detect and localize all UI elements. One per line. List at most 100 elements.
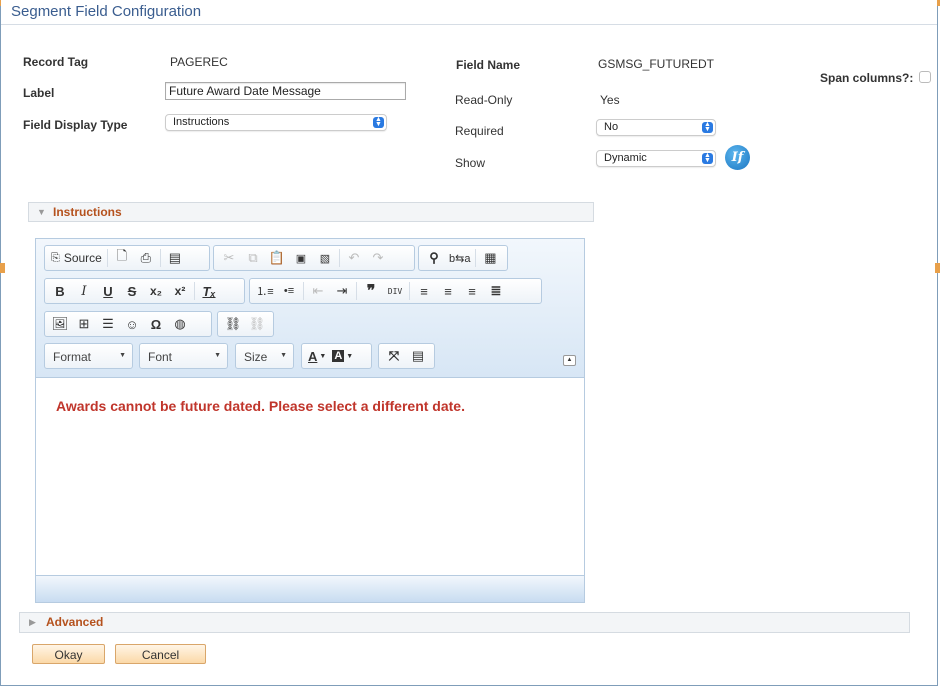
text-color-button[interactable]: A ▼: [305, 346, 329, 366]
indent-button[interactable]: ⇥: [330, 281, 354, 301]
resize-handle-right[interactable]: [935, 263, 940, 273]
paste-word-icon: ▧: [319, 252, 331, 265]
select-arrows-icon: ▲ ▼: [702, 121, 713, 133]
preview-button[interactable]: 🗋: [110, 248, 134, 268]
horizontal-rule-button[interactable]: ☰: [96, 314, 120, 334]
paste-icon: 📋: [268, 250, 286, 265]
unlink-button[interactable]: ⛓: [245, 314, 269, 334]
collapse-toolbar-button[interactable]: ▲: [563, 355, 576, 366]
bg-color-icon: A: [332, 350, 345, 362]
toolbar-separator: [194, 282, 195, 300]
superscript-button[interactable]: x²: [168, 281, 192, 301]
toolbar-group-document: ⎘ Source 🗋 ⎙ ▤: [44, 245, 210, 271]
field-display-type-select[interactable]: Instructions ▲ ▼: [165, 114, 387, 131]
maximize-icon: ⤧: [388, 348, 400, 363]
table-button[interactable]: ⊞: [72, 314, 96, 334]
numbered-list-icon: ⒈≡: [256, 286, 274, 298]
bulleted-list-icon: •≡: [283, 285, 295, 297]
replace-button[interactable]: b⇆a: [446, 248, 473, 268]
required-label: Required: [455, 124, 504, 138]
justify-icon: ≣: [490, 283, 502, 298]
read-only-value: Yes: [600, 93, 620, 107]
align-left-icon: ≡: [420, 283, 428, 299]
source-button[interactable]: ⎘ Source: [48, 248, 105, 268]
chevron-down-icon: ▼: [119, 352, 126, 359]
show-select[interactable]: Dynamic ▲ ▼: [596, 150, 716, 167]
select-all-button[interactable]: ▦: [478, 248, 502, 268]
find-button[interactable]: ⚲: [422, 248, 446, 268]
italic-button[interactable]: I: [72, 281, 96, 301]
templates-button[interactable]: ▤: [163, 248, 187, 268]
align-right-button[interactable]: ≡: [460, 281, 484, 301]
bg-color-button[interactable]: A ▼: [329, 346, 356, 366]
align-left-button[interactable]: ≡: [412, 281, 436, 301]
instructions-section-header[interactable]: ▼ Instructions: [28, 202, 594, 222]
print-button[interactable]: ⎙: [134, 248, 158, 268]
italic-icon: I: [81, 283, 87, 299]
editor-content-area[interactable]: Awards cannot be future dated. Please se…: [36, 379, 584, 575]
field-name-value: GSMSG_FUTUREDT: [598, 57, 715, 71]
blockquote-button[interactable]: ❞: [359, 281, 383, 301]
cut-button[interactable]: ✂: [217, 248, 241, 268]
paste-text-button[interactable]: ▣: [289, 248, 313, 268]
size-combo[interactable]: Size ▼: [235, 343, 294, 369]
strike-button[interactable]: S: [120, 281, 144, 301]
dialog-title: Segment Field Configuration: [11, 3, 202, 20]
link-icon: ⛓: [224, 316, 242, 331]
maximize-button[interactable]: ⤧: [382, 346, 406, 366]
iframe-button[interactable]: ◍: [168, 314, 192, 334]
align-center-icon: ≡: [444, 283, 452, 299]
underline-button[interactable]: U: [96, 281, 120, 301]
toolbar-separator: [356, 282, 357, 300]
table-icon: ⊞: [78, 316, 90, 331]
superscript-icon: x²: [174, 284, 186, 298]
numbered-list-button[interactable]: ⒈≡: [253, 281, 277, 301]
redo-button[interactable]: ↷: [366, 248, 390, 268]
copy-button[interactable]: ⧉: [241, 248, 265, 268]
image-button[interactable]: 🖼: [48, 314, 72, 334]
toolbar-separator: [475, 249, 477, 267]
okay-button[interactable]: Okay: [32, 644, 105, 664]
paste-text-icon: ▣: [295, 252, 307, 265]
dialog-title-bar[interactable]: Segment Field Configuration: [1, 0, 937, 25]
if-condition-icon[interactable]: If: [725, 145, 750, 170]
undo-button[interactable]: ↶: [342, 248, 366, 268]
smiley-icon: ☺: [125, 316, 139, 332]
align-center-button[interactable]: ≡: [436, 281, 460, 301]
resize-handle-left[interactable]: [0, 263, 5, 273]
outdent-button[interactable]: ⇤: [306, 281, 330, 301]
remove-format-button[interactable]: Tₓ: [197, 281, 221, 301]
image-icon: 🖼: [51, 316, 69, 331]
collapse-triangle-icon: ▼: [37, 207, 46, 217]
toolbar-group-colors: A ▼ A ▼: [301, 343, 372, 369]
smiley-button[interactable]: ☺: [120, 314, 144, 334]
omega-icon: Ω: [150, 316, 162, 332]
indent-icon: ⇥: [336, 283, 348, 298]
format-combo[interactable]: Format ▼: [44, 343, 133, 369]
toolbar-separator: [106, 249, 108, 267]
cancel-button[interactable]: Cancel: [115, 644, 206, 664]
chevron-down-icon: ▼: [346, 352, 354, 360]
paste-button[interactable]: 📋: [265, 248, 289, 268]
show-blocks-button[interactable]: ▤: [406, 346, 430, 366]
label-input[interactable]: [165, 82, 406, 100]
bulleted-list-button[interactable]: •≡: [277, 281, 301, 301]
paste-word-button[interactable]: ▧: [313, 248, 337, 268]
subscript-icon: x₂: [149, 284, 162, 298]
required-select[interactable]: No ▲ ▼: [596, 119, 716, 136]
toolbar-group-clipboard: ✂ ⧉ 📋 ▣ ▧ ↶ ↷: [213, 245, 415, 271]
cut-icon: ✂: [223, 250, 235, 265]
instruction-message: Awards cannot be future dated. Please se…: [56, 398, 465, 414]
subscript-button[interactable]: x₂: [144, 281, 168, 301]
field-display-type-label: Field Display Type: [23, 118, 128, 132]
span-columns-checkbox[interactable]: [919, 71, 931, 83]
div-button[interactable]: DIV: [383, 281, 407, 301]
font-combo[interactable]: Font ▼: [139, 343, 228, 369]
special-char-button[interactable]: Ω: [144, 314, 168, 334]
justify-button[interactable]: ≣: [484, 281, 508, 301]
bold-button[interactable]: B: [48, 281, 72, 301]
horizontal-rule-icon: ☰: [102, 316, 114, 331]
advanced-section-header[interactable]: ▶ Advanced: [19, 612, 910, 633]
replace-icon: b⇆a: [449, 252, 471, 265]
link-button[interactable]: ⛓: [221, 314, 245, 334]
